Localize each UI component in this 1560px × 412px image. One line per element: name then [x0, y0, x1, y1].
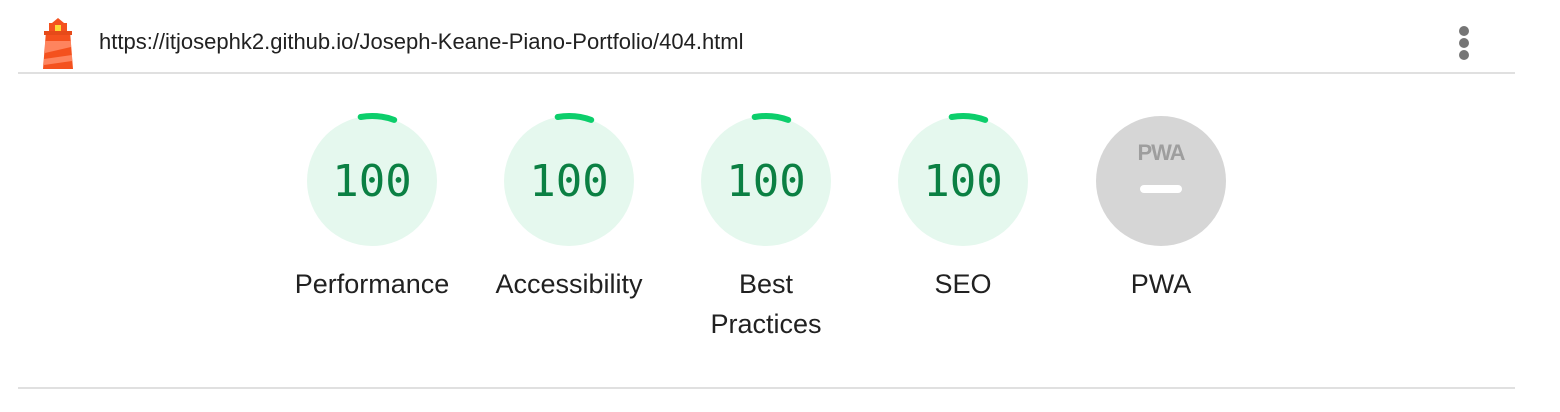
pwa-logo-text: PWA: [1137, 140, 1185, 165]
gauge-label: SEO: [934, 269, 992, 299]
pwa-badge: PWA: [1096, 116, 1226, 246]
gauge-seo[interactable]: 100 SEO: [873, 108, 1053, 304]
pwa-dash-icon: [1140, 185, 1182, 193]
gauge-score: 100: [529, 156, 608, 207]
gauge-performance[interactable]: 100 Performance: [282, 108, 462, 304]
gauge-score: 100: [332, 156, 411, 207]
gauge-accessibility[interactable]: 100 Accessibility: [479, 108, 659, 304]
gauge-score: 100: [726, 156, 805, 207]
gauge-label: Best Practices: [710, 269, 822, 339]
gauge-best-practices[interactable]: 100 Best Practices: [676, 108, 856, 344]
gauge-label: PWA: [1130, 269, 1192, 299]
gauge-score: 100: [923, 156, 1002, 207]
score-gauge-ring: 100: [701, 113, 831, 246]
gauge-label: Performance: [294, 269, 450, 299]
gauge-pwa[interactable]: PWA PWA: [1071, 108, 1251, 304]
score-gauge-ring: 100: [307, 113, 437, 246]
pwa-badge-background: [1096, 116, 1226, 246]
score-gauge-ring: 100: [898, 113, 1028, 246]
score-gauges: 100 Performance 100 Accessibility 100 Be…: [0, 0, 1560, 412]
gauge-label: Accessibility: [495, 269, 643, 299]
divider: [18, 387, 1515, 389]
score-gauge-ring: 100: [504, 113, 634, 246]
